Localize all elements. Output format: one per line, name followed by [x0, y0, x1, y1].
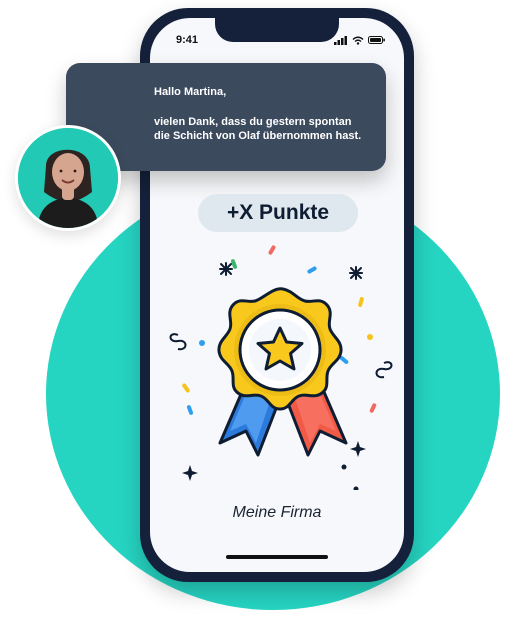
- battery-icon: [368, 32, 386, 50]
- company-name: Meine Firma: [232, 504, 322, 521]
- wifi-icon: [352, 32, 364, 50]
- message-line-2: die Schicht von Olaf übernommen hast.: [154, 130, 362, 142]
- points-label: +X Punkte: [226, 201, 330, 224]
- status-icons: [334, 32, 386, 50]
- message-greeting: Hallo Martina,: [154, 86, 227, 98]
- phone-notch: [215, 18, 339, 42]
- avatar: [15, 125, 121, 231]
- award-illustration: [160, 235, 406, 492]
- message-line-1: vielen Dank, dass du gestern spontan: [154, 116, 352, 128]
- home-indicator: [226, 555, 328, 559]
- signal-icon: [334, 32, 348, 50]
- status-time: 9:41: [176, 34, 199, 46]
- points-pill: +X Punkte: [198, 194, 358, 232]
- award-badge-icon: [217, 287, 343, 411]
